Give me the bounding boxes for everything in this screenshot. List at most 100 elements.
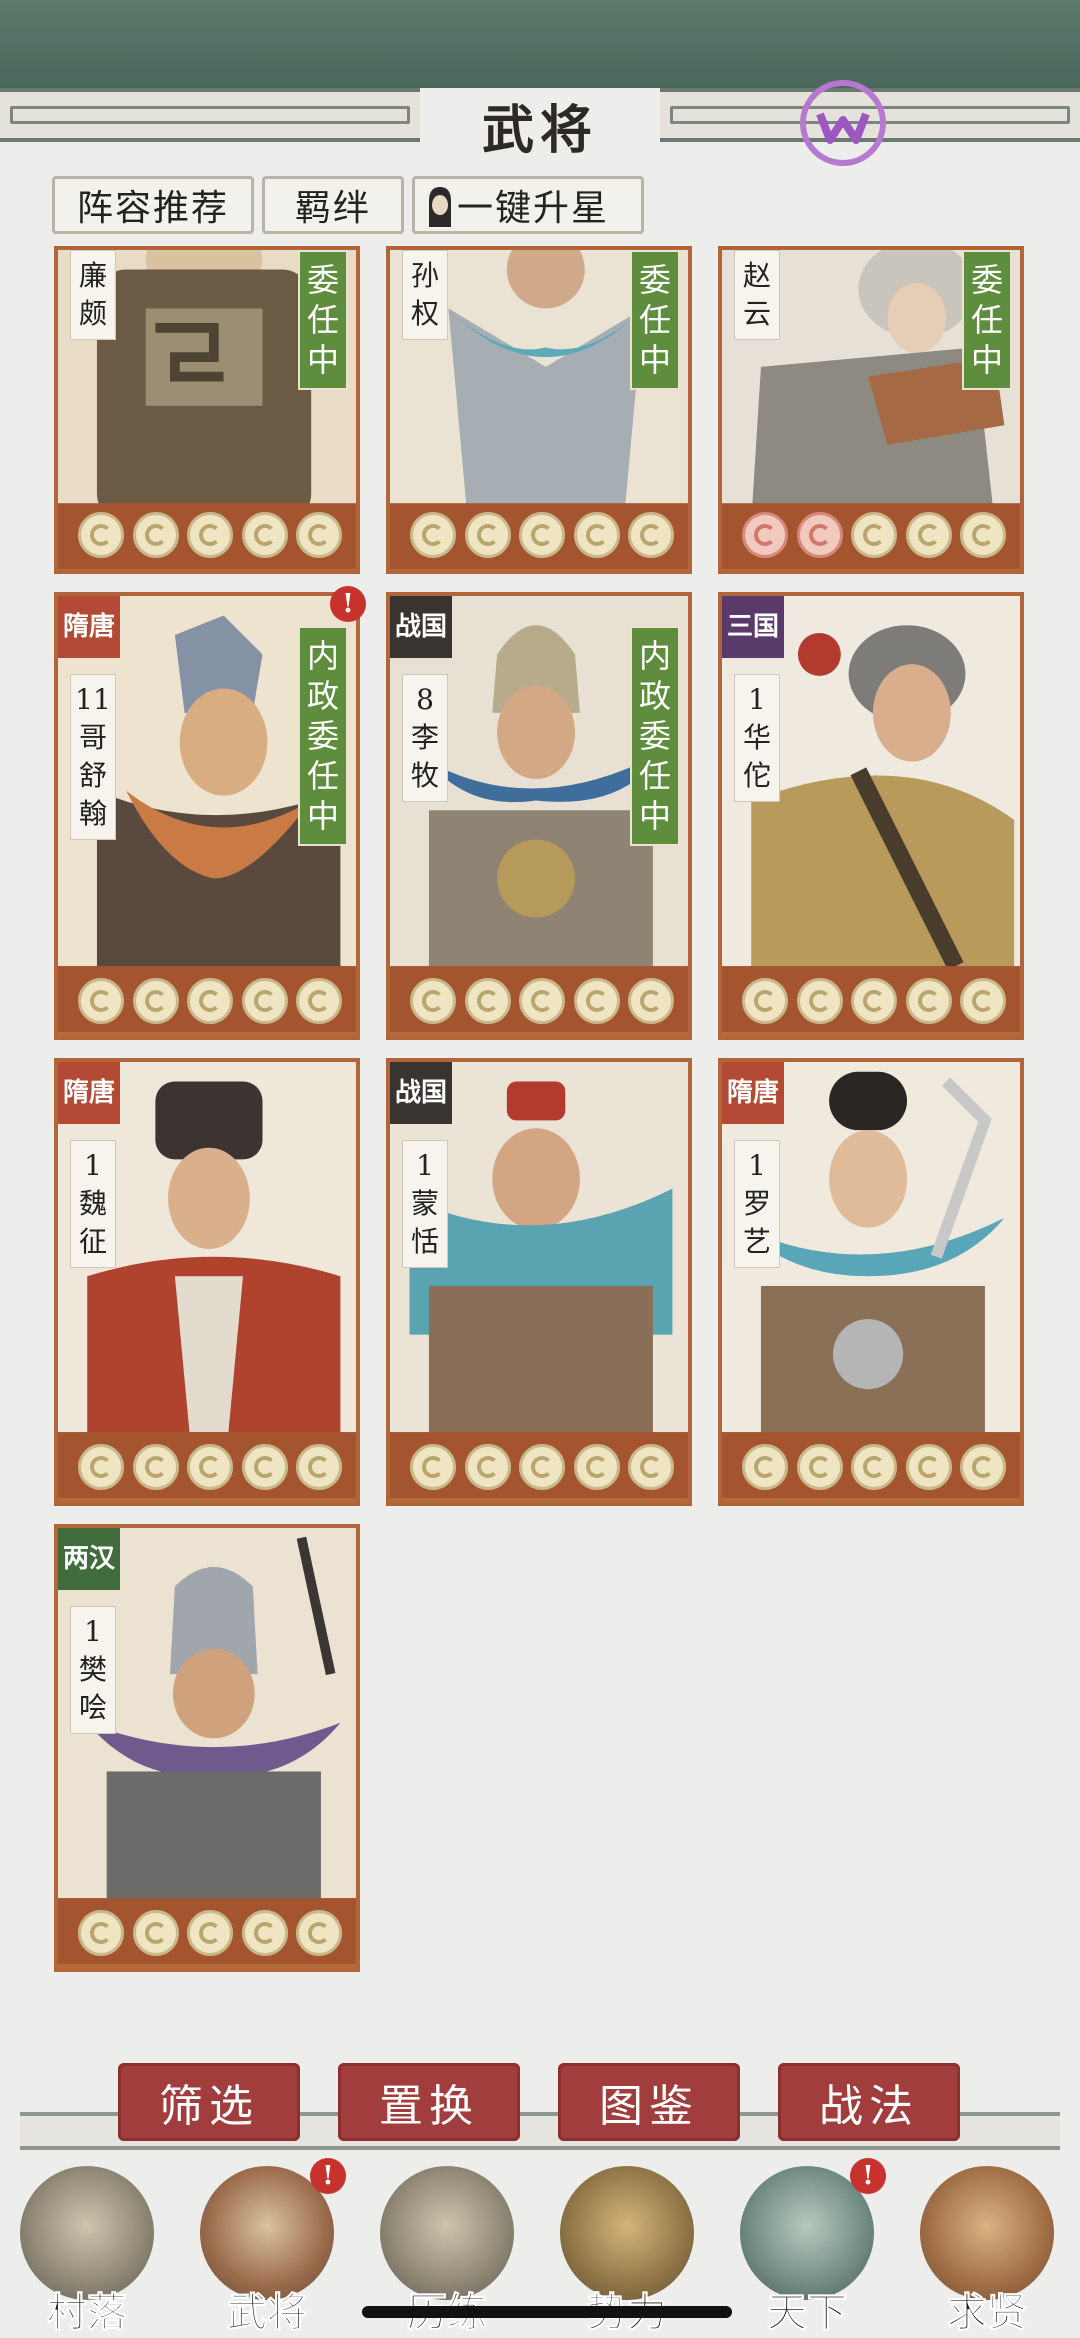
general-name: 孙权 — [402, 250, 448, 340]
star-icon — [464, 978, 511, 1024]
general-name: 罗艺 — [742, 1187, 771, 1258]
general-card-huatuo[interactable]: 三国 1 华佗 — [718, 592, 1024, 1040]
general-card-luoyi[interactable]: 隋唐 1 罗艺 — [718, 1058, 1024, 1506]
star-icon — [410, 512, 456, 558]
general-portrait-icon — [429, 187, 451, 227]
nav-world[interactable]: 天下 ! — [732, 2158, 886, 2337]
general-level-name: 1 蒙恬 — [402, 1140, 448, 1268]
star-icon — [960, 1444, 1006, 1490]
status-badge: 委任中 — [630, 250, 680, 390]
general-name: 哥舒翰 — [78, 721, 107, 830]
star-icon — [905, 512, 952, 558]
status-badge: 内政委任中 — [630, 626, 680, 846]
nav-generals[interactable]: 武将 ! — [192, 2158, 346, 2337]
era-badge: 隋唐 — [58, 1062, 120, 1124]
general-card-zhaoyun[interactable]: 赵云 委任中 — [718, 246, 1024, 574]
lineup-recommend-button[interactable]: 阵容推荐 — [52, 176, 254, 234]
general-level: 1 — [416, 1149, 434, 1182]
star-icon — [464, 512, 511, 558]
general-card-mengtian[interactable]: 战国 1 蒙恬 — [386, 1058, 692, 1506]
star-icon — [78, 978, 124, 1024]
star-icon — [296, 978, 342, 1024]
one-key-star-up-button[interactable]: 一键升星 — [412, 176, 644, 234]
star-icon — [519, 512, 565, 558]
nav-village[interactable]: 村落 — [12, 2158, 162, 2337]
star-icon — [132, 512, 179, 558]
star-rating — [78, 512, 342, 558]
star-icon — [296, 512, 342, 558]
general-level-name: 1 华佗 — [734, 674, 780, 802]
general-name: 廉颇 — [70, 250, 116, 340]
general-card-sunquan[interactable]: 孙权 委任中 — [386, 246, 692, 574]
star-icon — [296, 1444, 342, 1490]
top-banner — [0, 0, 1080, 88]
general-portrait — [390, 1062, 688, 1499]
star-icon — [628, 1444, 674, 1490]
general-name: 赵云 — [734, 250, 780, 340]
general-card-fankuai[interactable]: 两汉 1 樊哙 — [54, 1524, 360, 1972]
general-card-weizheng[interactable]: 隋唐 1 魏征 — [54, 1058, 360, 1506]
alert-badge: ! — [850, 2158, 886, 2194]
era-badge: 隋唐 — [58, 596, 120, 658]
star-icon — [796, 1444, 843, 1490]
star-icon — [573, 978, 620, 1024]
star-icon — [796, 978, 843, 1024]
general-card-geshuhan[interactable]: 隋唐 11 哥舒翰 内政委任中 — [54, 592, 360, 1040]
filter-button[interactable]: 筛选 — [118, 2063, 300, 2141]
star-rating — [742, 512, 1006, 558]
status-badge: 委任中 — [962, 250, 1012, 390]
star-icon — [573, 512, 620, 558]
general-card-limu[interactable]: 战国 8 李牧 内政委任中 — [386, 592, 692, 1040]
star-icon — [78, 512, 124, 558]
general-level: 1 — [748, 1149, 766, 1182]
star-icon — [410, 978, 456, 1024]
star-icon — [410, 1444, 456, 1490]
star-icon — [187, 1910, 233, 1956]
general-level: 1 — [84, 1615, 102, 1648]
star-icon — [851, 1444, 897, 1490]
star-rating — [78, 1910, 342, 1956]
star-icon — [851, 978, 897, 1024]
star-rating — [410, 978, 674, 1024]
general-portrait — [58, 1062, 356, 1499]
star-icon — [628, 978, 674, 1024]
star-icon — [132, 1444, 179, 1490]
general-level-name: 1 樊哙 — [70, 1606, 116, 1734]
codex-button[interactable]: 图鉴 — [558, 2063, 740, 2141]
era-badge: 隋唐 — [722, 1062, 784, 1124]
era-badge: 战国 — [390, 1062, 452, 1124]
general-name: 李牧 — [410, 721, 439, 792]
star-icon — [960, 978, 1006, 1024]
watermark-logo — [800, 80, 886, 166]
star-icon — [187, 512, 233, 558]
general-level-name: 8 李牧 — [402, 674, 448, 802]
general-name: 华佗 — [742, 721, 771, 792]
star-icon — [905, 978, 952, 1024]
general-level: 8 — [416, 683, 434, 716]
replace-button[interactable]: 置换 — [338, 2063, 520, 2141]
star-icon — [851, 512, 897, 558]
star-icon — [132, 1910, 179, 1956]
star-icon — [78, 1444, 124, 1490]
home-indicator[interactable] — [362, 2306, 732, 2318]
star-icon — [960, 512, 1006, 558]
alert-badge: ! — [330, 586, 366, 622]
general-card-lianpo[interactable]: 廉颇 委任中 — [54, 246, 360, 574]
star-rating — [742, 978, 1006, 1024]
star-icon — [905, 1444, 952, 1490]
general-name: 蒙恬 — [410, 1187, 439, 1258]
star-icon — [241, 1444, 288, 1490]
page-title: 武将 — [481, 100, 598, 161]
era-badge: 两汉 — [58, 1528, 120, 1590]
tactics-button[interactable]: 战法 — [778, 2063, 960, 2141]
one-key-star-up-label: 一键升星 — [457, 188, 610, 229]
star-icon — [187, 1444, 233, 1490]
bond-button[interactable]: 羁绊 — [262, 176, 404, 234]
star-icon — [796, 512, 843, 558]
star-icon — [573, 1444, 620, 1490]
general-level-name: 11 哥舒翰 — [70, 674, 116, 840]
general-portrait — [722, 596, 1020, 1033]
nav-label: 天下 — [767, 2289, 848, 2337]
nav-recruit[interactable]: 求贤 — [912, 2158, 1062, 2337]
general-level-name: 1 罗艺 — [734, 1140, 780, 1268]
